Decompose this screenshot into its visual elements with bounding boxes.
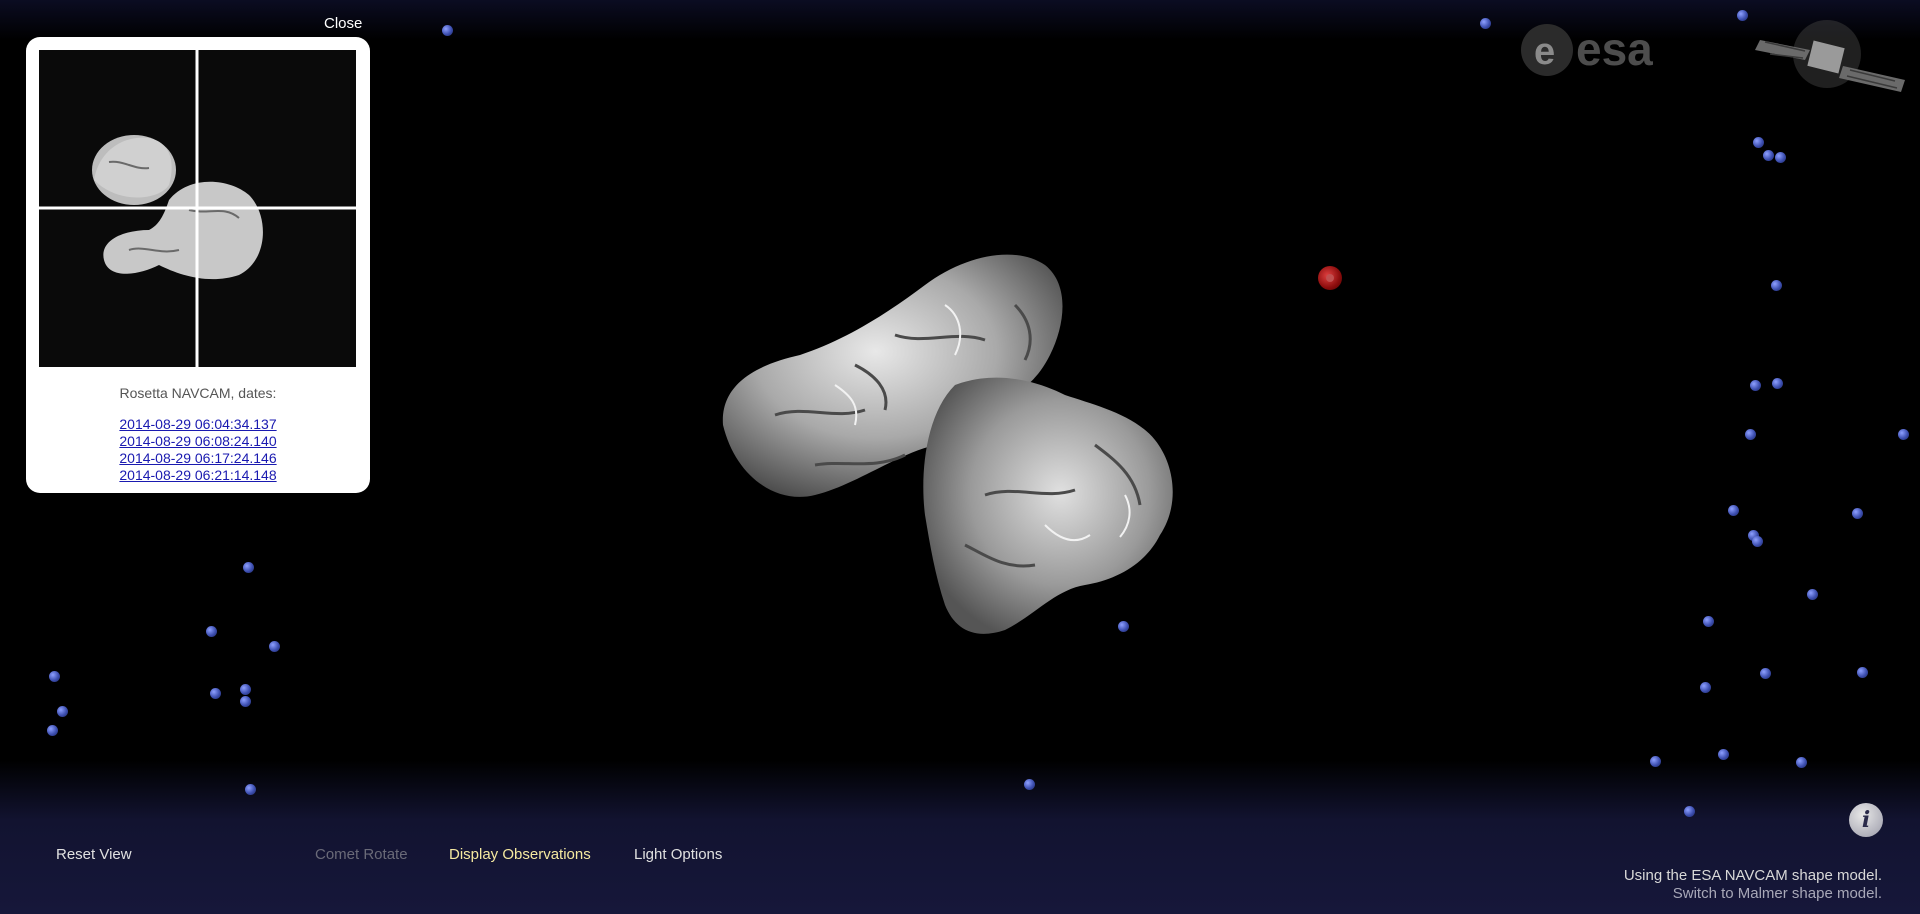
observation-dot[interactable] [1760,668,1771,679]
reset-view-button[interactable]: Reset View [56,846,132,863]
observation-dot[interactable] [1807,589,1818,600]
observation-dot[interactable] [1771,280,1782,291]
observation-dot[interactable] [1718,749,1729,760]
observation-dot[interactable] [1650,756,1661,767]
observation-dot[interactable] [1775,152,1786,163]
comet-rotate-button[interactable]: Comet Rotate [315,846,408,863]
observation-dot[interactable] [1772,378,1783,389]
observation-dot[interactable] [1737,10,1748,21]
observation-dot[interactable] [206,626,217,637]
observation-dot[interactable] [210,688,221,699]
observation-dot[interactable] [240,684,251,695]
observation-dot[interactable] [245,784,256,795]
observation-dot[interactable] [1752,536,1763,547]
observation-dot[interactable] [1745,429,1756,440]
selected-observation-marker[interactable] [1318,266,1342,290]
display-observations-button[interactable]: Display Observations [449,846,591,863]
observation-dot[interactable] [1728,505,1739,516]
observation-dot[interactable] [1898,429,1909,440]
observation-dot[interactable] [1750,380,1761,391]
esa-logo: e esa [1521,23,1653,76]
observation-dot[interactable] [243,562,254,573]
observation-dot[interactable] [1857,667,1868,678]
observation-dot[interactable] [1796,757,1807,768]
spacecraft-icon [1755,20,1905,92]
observation-dot[interactable] [442,25,453,36]
current-model-text: Using the ESA NAVCAM shape model. [1623,867,1882,884]
observation-dot[interactable] [1700,682,1711,693]
info-icon[interactable]: i [1849,803,1883,837]
observation-date-link[interactable]: 2014-08-29 06:08:24.140 [26,433,370,450]
observation-dot[interactable] [1024,779,1035,790]
observation-dot[interactable] [57,706,68,717]
observation-dot[interactable] [1480,18,1491,29]
switch-model-link[interactable]: Switch to Malmer shape model. [1624,885,1882,903]
observation-date-link[interactable]: 2014-08-29 06:17:24.146 [26,450,370,467]
panel-title: Rosetta NAVCAM, dates: [119,385,277,401]
observation-dot[interactable] [49,671,60,682]
esa-logo-text: esa [1576,23,1653,75]
svg-text:e: e [1534,31,1555,73]
observation-dot[interactable] [269,641,280,652]
close-link[interactable]: Close [324,15,362,32]
light-options-button[interactable]: Light Options [634,846,722,863]
navcam-panel: Rosetta NAVCAM, dates: 2014-08-29 06:04:… [26,37,370,493]
model-info: Using the ESA NAVCAM shape model. Switch… [1624,867,1882,903]
observation-dot[interactable] [1763,150,1774,161]
navcam-image [39,50,356,367]
comet-model[interactable] [715,245,1215,645]
observation-dot[interactable] [1852,508,1863,519]
observation-dot[interactable] [1703,616,1714,627]
observation-date-list: 2014-08-29 06:04:34.137 2014-08-29 06:08… [26,416,370,484]
observation-dot[interactable] [1684,806,1695,817]
observation-dot[interactable] [1753,137,1764,148]
observation-dot[interactable] [47,725,58,736]
observation-dot[interactable] [240,696,251,707]
observation-date-link[interactable]: 2014-08-29 06:21:14.148 [26,467,370,484]
observation-date-link[interactable]: 2014-08-29 06:04:34.137 [26,416,370,433]
